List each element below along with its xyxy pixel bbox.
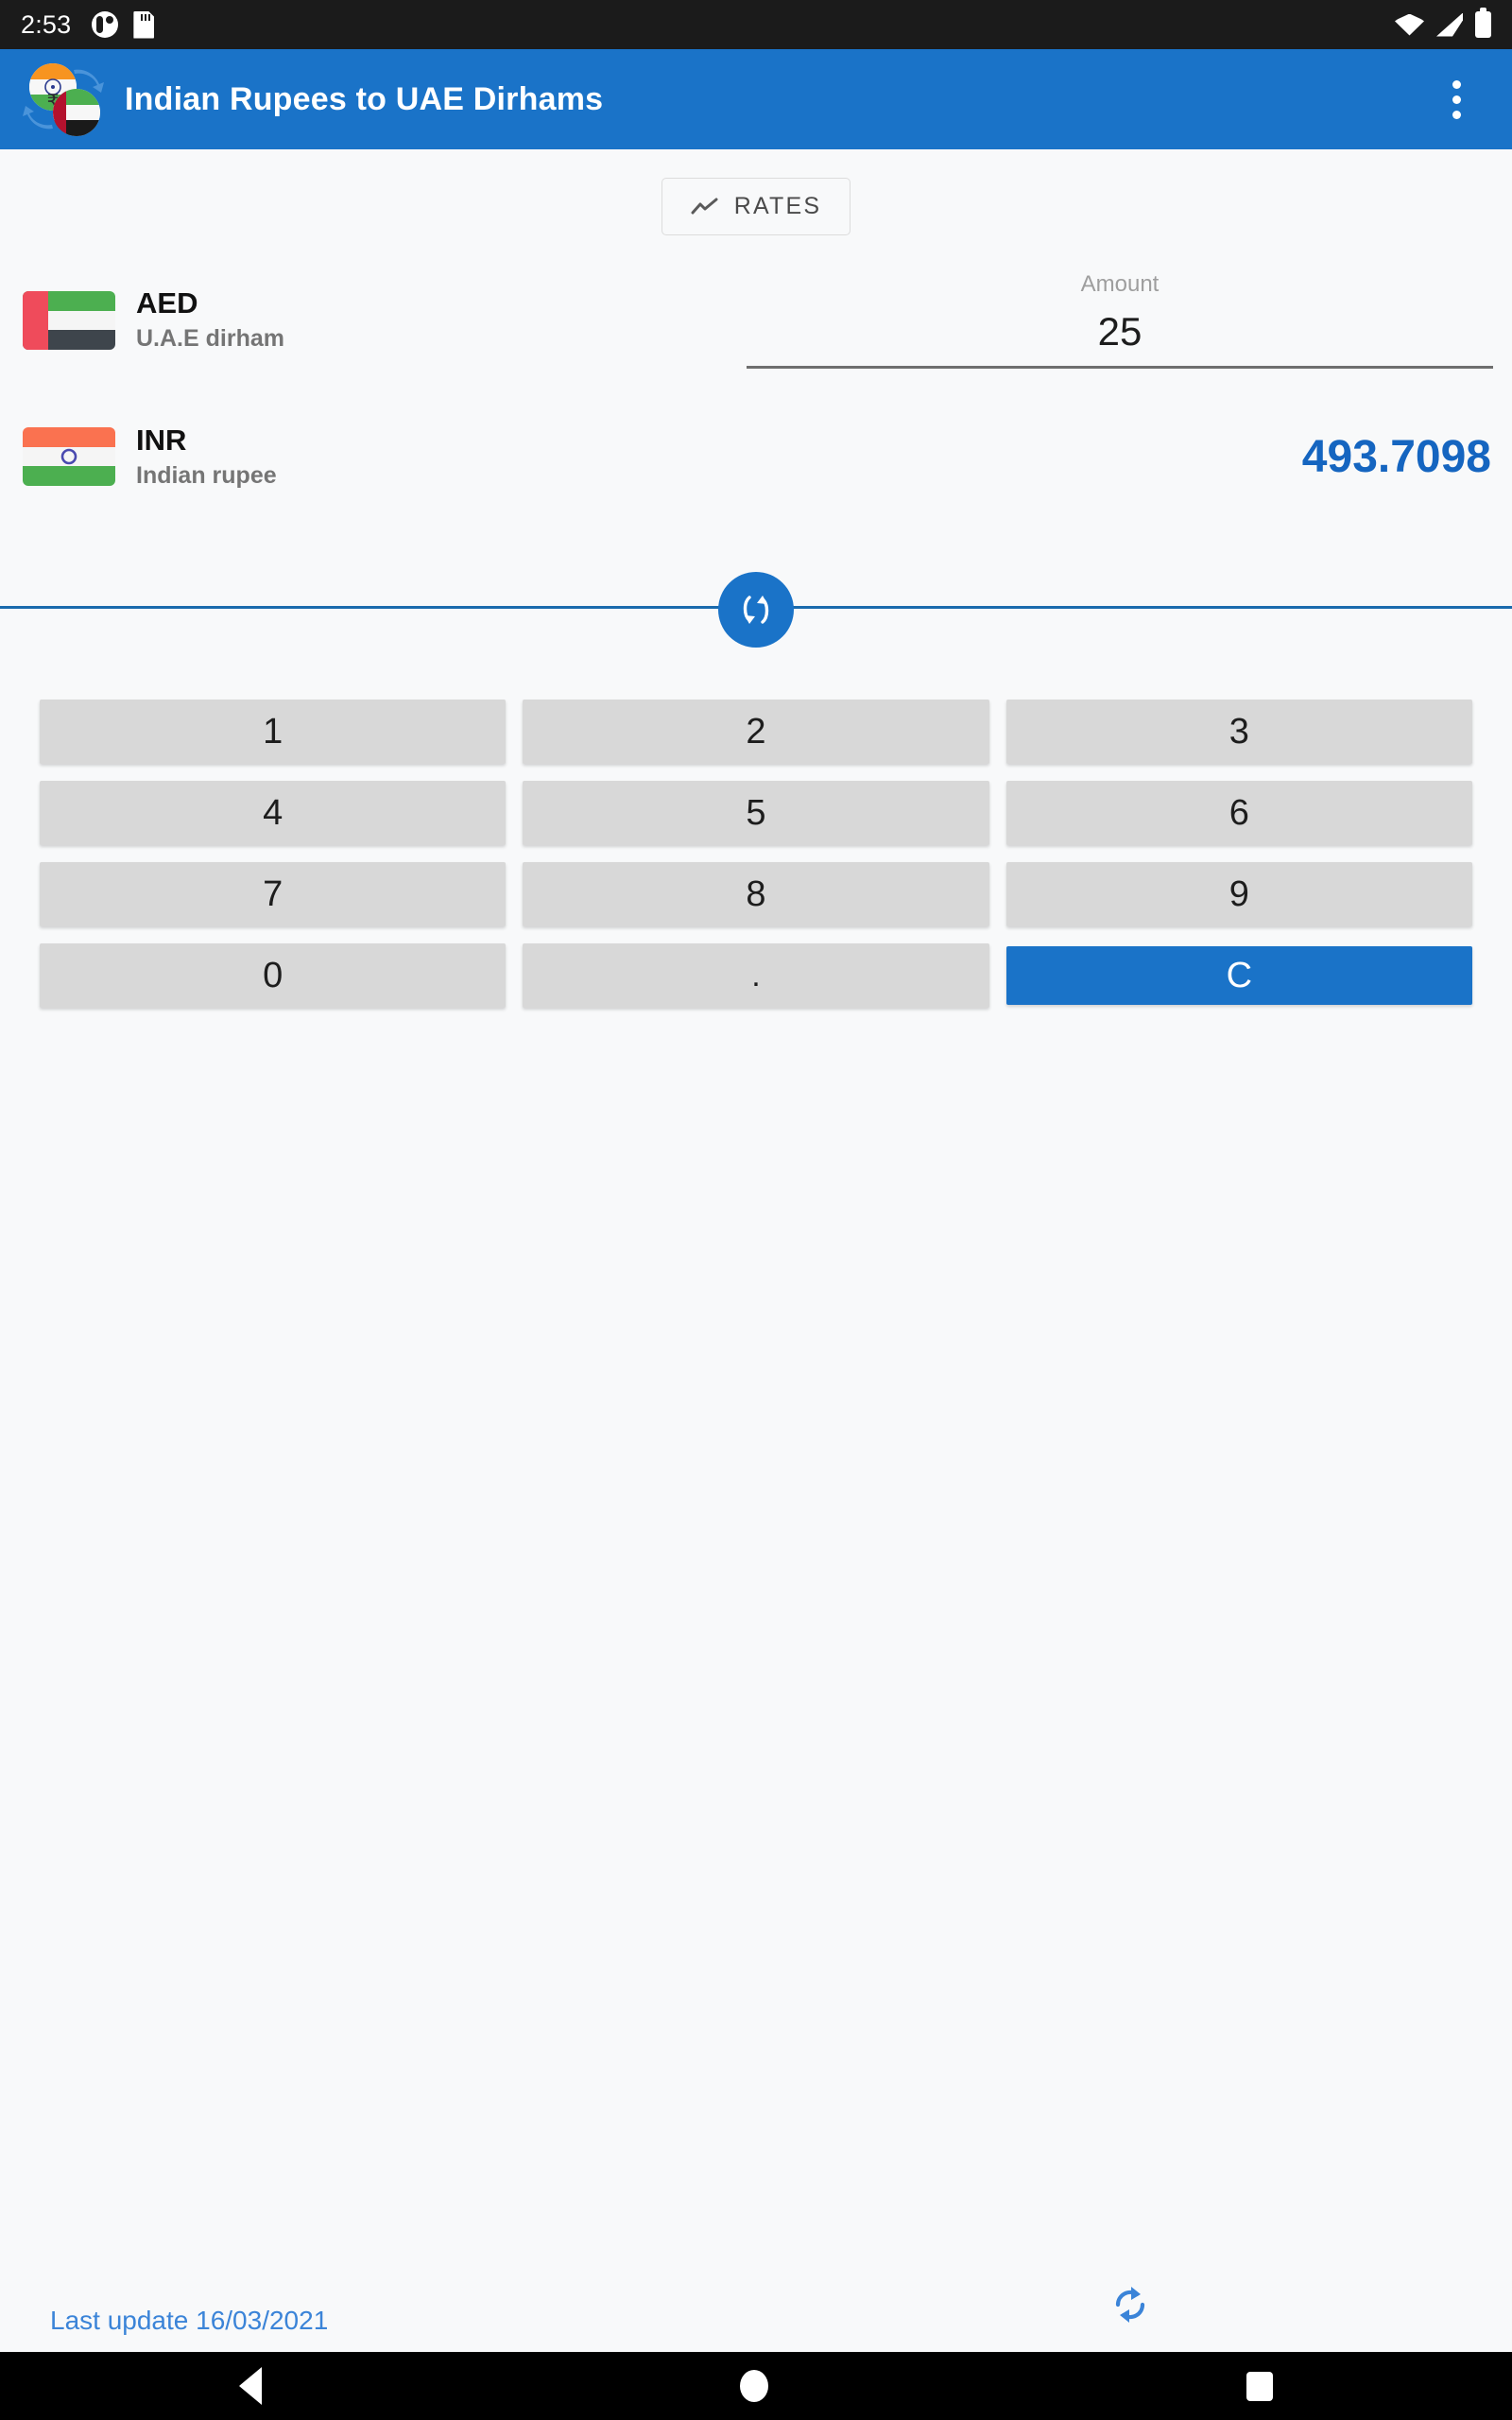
key-9[interactable]: 9 [1005, 862, 1472, 926]
wifi-icon [1395, 13, 1424, 36]
last-update-label: Last update 16/03/2021 [50, 2306, 329, 2335]
key-decimal[interactable]: . [523, 943, 989, 1008]
key-0[interactable]: 0 [40, 943, 507, 1008]
keypad-row: 1 2 3 [40, 700, 1472, 764]
key-7[interactable]: 7 [40, 862, 507, 926]
recents-icon[interactable] [1246, 2371, 1273, 2401]
key-2[interactable]: 2 [523, 700, 989, 764]
do-not-disturb-icon [92, 11, 119, 38]
uae-flag-icon [23, 290, 115, 350]
status-bar-right-icons [1395, 8, 1491, 38]
status-bar-left-icons [92, 10, 155, 39]
currency-to-name: Indian rupee [136, 461, 277, 489]
rates-button-row: RATES [0, 178, 1512, 235]
amount-input[interactable]: Amount 25 [747, 271, 1493, 369]
app-bar: ₹ Indian Rupees to UAE Dirhams [0, 49, 1512, 149]
app-screen: 2:53 ₹ Indian Rupees to UAE Dirhams RATE… [0, 0, 1512, 2420]
currency-from-text: AED U.A.E dirham [136, 286, 284, 354]
home-icon[interactable] [740, 2370, 768, 2402]
sd-card-icon [133, 10, 155, 39]
status-bar-clock: 2:53 [21, 9, 72, 39]
currency-from-code: AED [136, 286, 198, 320]
amount-underline [747, 365, 1493, 369]
refresh-rates-button[interactable] [1104, 2278, 1157, 2331]
key-clear[interactable]: C [1005, 946, 1472, 1005]
battery-icon [1475, 8, 1491, 38]
currency-row-to[interactable]: INR Indian rupee 493.7098 [0, 424, 1512, 491]
key-5[interactable]: 5 [523, 781, 989, 845]
amount-label: Amount [1080, 271, 1160, 297]
converted-amount: 493.7098 [1301, 431, 1491, 482]
currency-exchange-flags-icon: ₹ [23, 59, 104, 140]
rates-button-label: RATES [733, 193, 822, 219]
keypad-row: 7 8 9 [40, 862, 1472, 926]
keypad-row: 4 5 6 [40, 781, 1472, 845]
refresh-icon [1115, 2287, 1145, 2323]
page-title: Indian Rupees to UAE Dirhams [125, 80, 604, 117]
footer: Last update 16/03/2021 [0, 2292, 1512, 2349]
result-wrapper: 493.7098 [1302, 431, 1512, 483]
currency-from-name: U.A.E dirham [136, 324, 284, 352]
amount-value: 25 [1097, 309, 1143, 354]
more-vert-icon[interactable] [1429, 72, 1484, 127]
key-4[interactable]: 4 [40, 781, 507, 845]
status-bar: 2:53 [0, 0, 1512, 49]
currency-to-code: INR [136, 424, 187, 457]
numeric-keypad: 1 2 3 4 5 6 7 8 9 0 . C [40, 700, 1472, 1025]
rates-button[interactable]: RATES [661, 178, 851, 235]
trending-up-icon [691, 198, 718, 214]
currency-to-text: INR Indian rupee [136, 424, 277, 491]
currency-row-from[interactable]: AED U.A.E dirham Amount 25 [0, 271, 1512, 369]
back-icon[interactable] [239, 2367, 262, 2405]
india-flag-icon [23, 427, 115, 487]
amount-field-wrapper: Amount 25 [747, 271, 1512, 369]
android-nav-bar [0, 2352, 1512, 2420]
key-1[interactable]: 1 [40, 700, 507, 764]
swap-vertical-icon [743, 596, 769, 624]
key-3[interactable]: 3 [1005, 700, 1472, 764]
key-6[interactable]: 6 [1005, 781, 1472, 845]
cell-signal-icon [1436, 13, 1463, 37]
keypad-row: 0 . C [40, 943, 1472, 1008]
swap-currencies-button[interactable] [718, 572, 794, 648]
key-8[interactable]: 8 [523, 862, 989, 926]
